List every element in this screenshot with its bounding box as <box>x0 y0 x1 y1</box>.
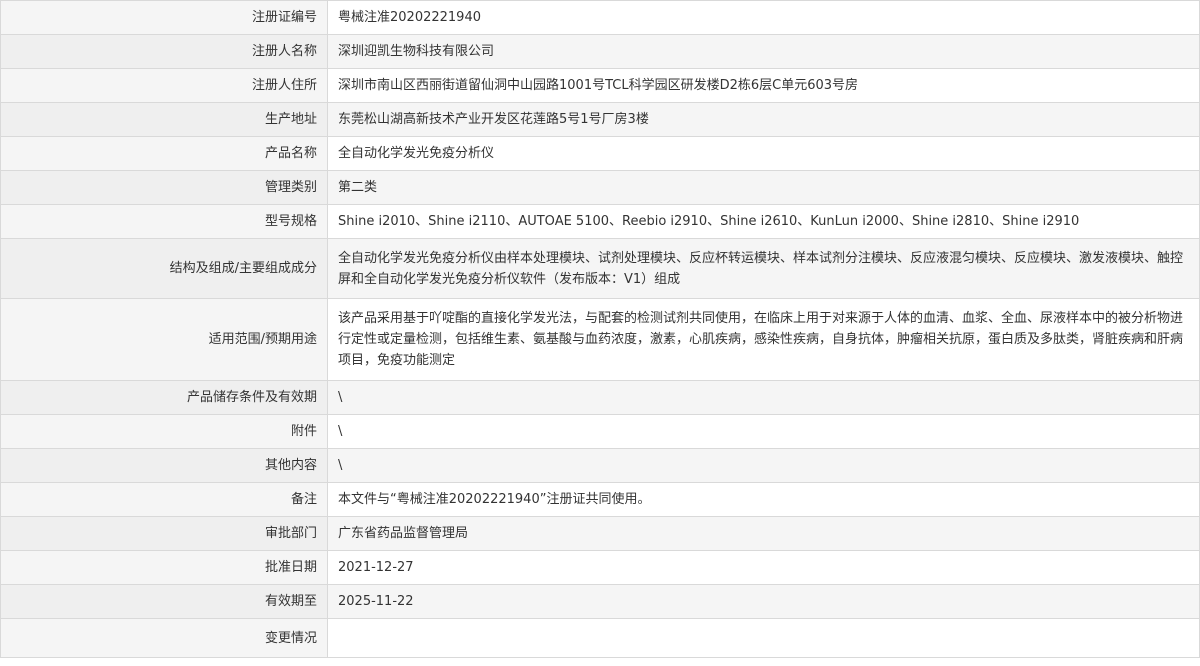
table-row: 附件 \ <box>0 414 1200 449</box>
table-row: 有效期至 2025-11-22 <box>0 584 1200 619</box>
row-value: 本文件与“粤械注准20202221940”注册证共同使用。 <box>327 482 1200 517</box>
row-label: 型号规格 <box>0 204 328 239</box>
row-label: 备注 <box>0 482 328 517</box>
row-value: 2025-11-22 <box>327 584 1200 619</box>
table-row: 注册人名称 深圳迎凯生物科技有限公司 <box>0 34 1200 69</box>
table-row: 结构及组成/主要组成成分 全自动化学发光免疫分析仪由样本处理模块、试剂处理模块、… <box>0 238 1200 299</box>
row-value <box>327 618 1200 658</box>
row-value: 东莞松山湖高新技术产业开发区花莲路5号1号厂房3楼 <box>327 102 1200 137</box>
table-row: 批准日期 2021-12-27 <box>0 550 1200 585</box>
row-label: 注册人住所 <box>0 68 328 103</box>
table-row: 注册人住所 深圳市南山区西丽街道留仙洞中山园路1001号TCL科学园区研发楼D2… <box>0 68 1200 103</box>
table-row: 注册证编号 粤械注准20202221940 <box>0 0 1200 35</box>
row-label: 产品名称 <box>0 136 328 171</box>
table-row: 管理类别 第二类 <box>0 170 1200 205</box>
table-row: 变更情况 <box>0 618 1200 658</box>
table-row: 适用范围/预期用途 该产品采用基于吖啶酯的直接化学发光法，与配套的检测试剂共同使… <box>0 298 1200 381</box>
row-value: \ <box>327 414 1200 449</box>
row-label: 生产地址 <box>0 102 328 137</box>
row-label: 批准日期 <box>0 550 328 585</box>
row-value: \ <box>327 380 1200 415</box>
row-label: 管理类别 <box>0 170 328 205</box>
row-label: 附件 <box>0 414 328 449</box>
row-value: 广东省药品监督管理局 <box>327 516 1200 551</box>
row-label: 有效期至 <box>0 584 328 619</box>
registration-table: 注册证编号 粤械注准20202221940 注册人名称 深圳迎凯生物科技有限公司… <box>0 0 1200 658</box>
row-label: 注册人名称 <box>0 34 328 69</box>
row-label: 适用范围/预期用途 <box>0 298 328 381</box>
row-value: Shine i2010、Shine i2110、AUTOAE 5100、Reeb… <box>327 204 1200 239</box>
row-label: 审批部门 <box>0 516 328 551</box>
row-value: 全自动化学发光免疫分析仪 <box>327 136 1200 171</box>
row-value: \ <box>327 448 1200 483</box>
row-label: 产品储存条件及有效期 <box>0 380 328 415</box>
table-row: 型号规格 Shine i2010、Shine i2110、AUTOAE 5100… <box>0 204 1200 239</box>
table-row: 生产地址 东莞松山湖高新技术产业开发区花莲路5号1号厂房3楼 <box>0 102 1200 137</box>
row-value: 粤械注准20202221940 <box>327 0 1200 35</box>
row-label: 变更情况 <box>0 618 328 658</box>
row-value: 第二类 <box>327 170 1200 205</box>
row-label: 其他内容 <box>0 448 328 483</box>
table-row: 其他内容 \ <box>0 448 1200 483</box>
row-value: 深圳市南山区西丽街道留仙洞中山园路1001号TCL科学园区研发楼D2栋6层C单元… <box>327 68 1200 103</box>
table-row: 备注 本文件与“粤械注准20202221940”注册证共同使用。 <box>0 482 1200 517</box>
row-value: 2021-12-27 <box>327 550 1200 585</box>
row-value: 全自动化学发光免疫分析仪由样本处理模块、试剂处理模块、反应杯转运模块、样本试剂分… <box>327 238 1200 299</box>
table-row: 产品储存条件及有效期 \ <box>0 380 1200 415</box>
row-label: 注册证编号 <box>0 0 328 35</box>
table-row: 产品名称 全自动化学发光免疫分析仪 <box>0 136 1200 171</box>
row-label: 结构及组成/主要组成成分 <box>0 238 328 299</box>
row-value: 该产品采用基于吖啶酯的直接化学发光法，与配套的检测试剂共同使用，在临床上用于对来… <box>327 298 1200 381</box>
table-row: 审批部门 广东省药品监督管理局 <box>0 516 1200 551</box>
row-value: 深圳迎凯生物科技有限公司 <box>327 34 1200 69</box>
